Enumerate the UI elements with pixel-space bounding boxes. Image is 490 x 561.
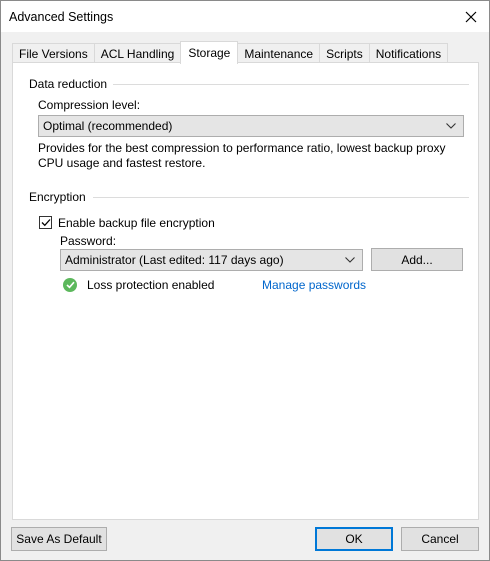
- tab-maintenance[interactable]: Maintenance: [237, 43, 321, 63]
- chevron-down-icon: [344, 254, 356, 266]
- compression-description: Provides for the best compression to per…: [38, 141, 446, 170]
- compression-level-label: Compression level:: [38, 98, 141, 112]
- enable-encryption-label[interactable]: Enable backup file encryption: [58, 216, 215, 230]
- data-reduction-group-label: Data reduction: [29, 77, 108, 91]
- storage-panel: Data reduction Compression level: Optima…: [12, 62, 479, 520]
- title-bar: Advanced Settings: [1, 1, 489, 32]
- close-icon: [465, 11, 477, 22]
- cancel-button[interactable]: Cancel: [401, 527, 479, 551]
- tab-scripts[interactable]: Scripts: [319, 43, 370, 63]
- enable-encryption-checkbox[interactable]: [39, 216, 52, 229]
- tab-file-versions[interactable]: File Versions: [12, 43, 95, 63]
- check-circle-icon: [63, 278, 77, 292]
- loss-protection-status: Loss protection enabled: [87, 278, 215, 292]
- password-label: Password:: [60, 234, 117, 248]
- compression-level-value: Optimal (recommended): [43, 119, 173, 133]
- advanced-settings-window: Advanced Settings File Versions ACL Hand…: [0, 0, 490, 561]
- tab-storage[interactable]: Storage: [180, 41, 239, 64]
- tab-strip: File Versions ACL Handling Storage Maint…: [12, 41, 449, 64]
- add-password-button[interactable]: Add...: [371, 248, 463, 271]
- compression-level-dropdown[interactable]: Optimal (recommended): [38, 115, 464, 137]
- checkmark-icon: [41, 219, 50, 227]
- chevron-down-icon: [445, 120, 457, 132]
- encryption-divider: [93, 197, 469, 198]
- save-as-default-button[interactable]: Save As Default: [11, 527, 107, 551]
- manage-passwords-link[interactable]: Manage passwords: [262, 278, 366, 292]
- tab-notifications[interactable]: Notifications: [368, 43, 449, 63]
- encryption-group-label: Encryption: [29, 190, 86, 204]
- ok-button[interactable]: OK: [315, 527, 393, 551]
- close-button[interactable]: [453, 1, 489, 32]
- tab-acl-handling[interactable]: ACL Handling: [93, 43, 182, 63]
- data-reduction-divider: [113, 84, 469, 85]
- password-value: Administrator (Last edited: 117 days ago…: [65, 253, 284, 267]
- window-title: Advanced Settings: [9, 10, 114, 24]
- password-dropdown[interactable]: Administrator (Last edited: 117 days ago…: [60, 249, 363, 271]
